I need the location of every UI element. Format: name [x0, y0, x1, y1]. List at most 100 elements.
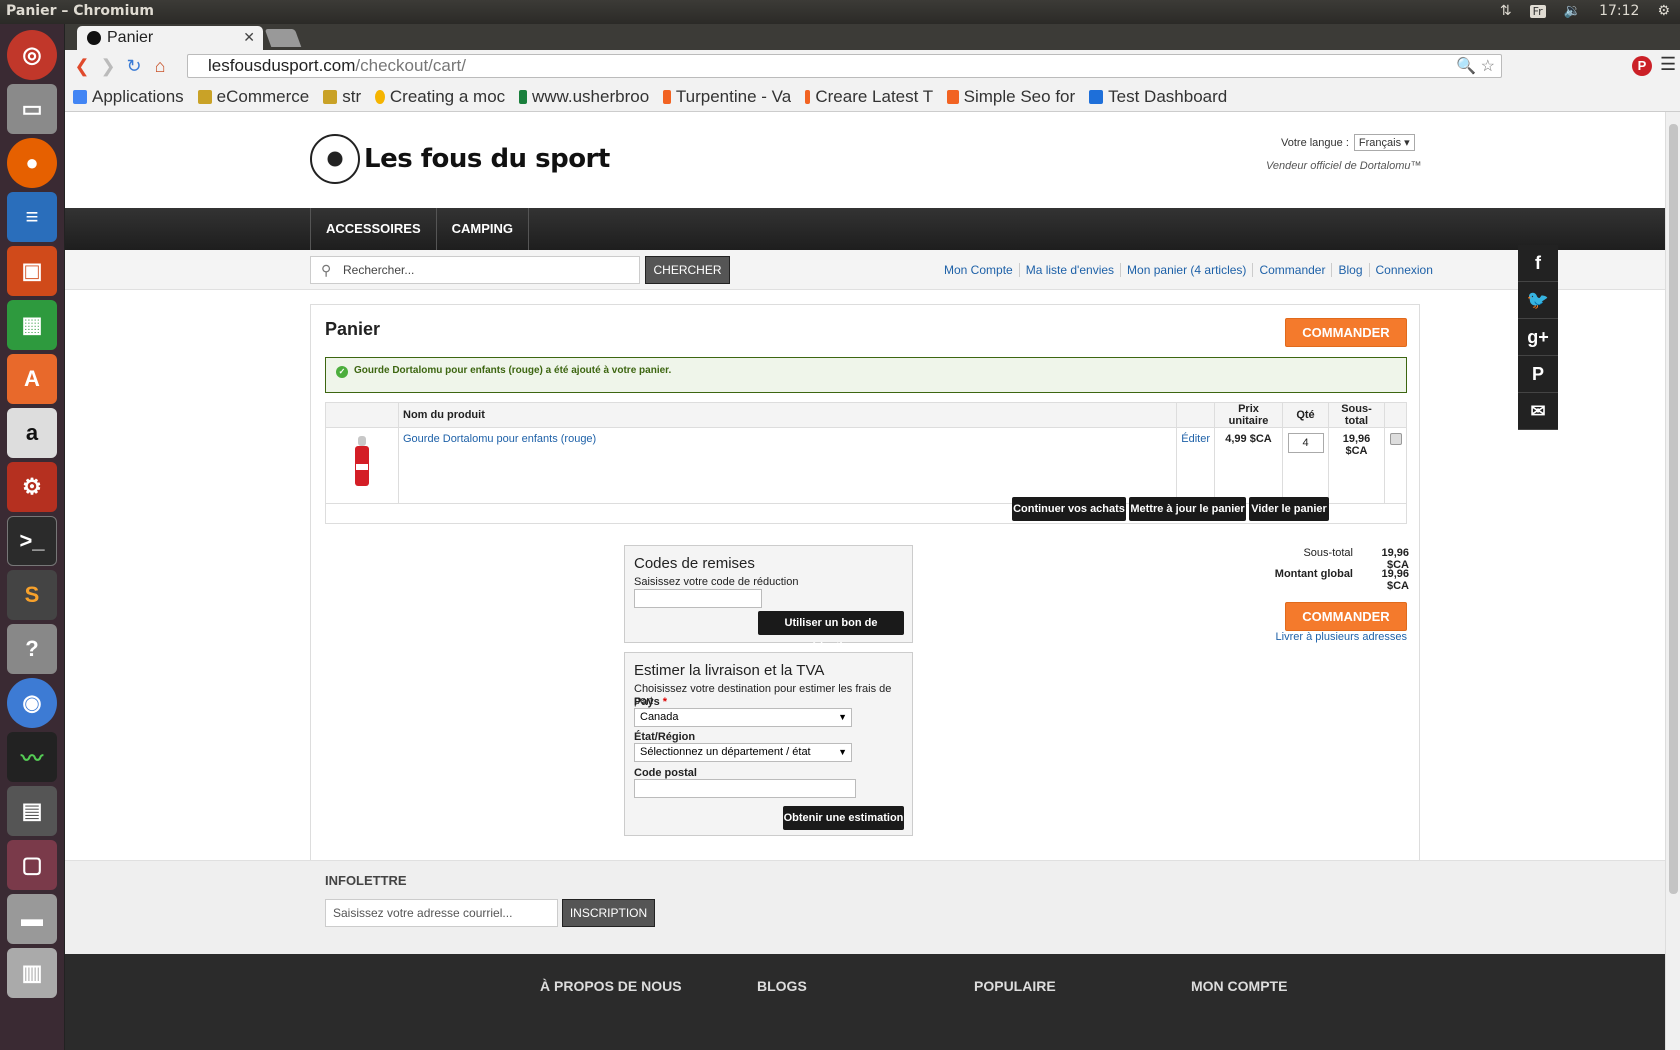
bookmark-item[interactable]: Creare Latest T: [805, 87, 933, 107]
back-button[interactable]: ❮: [69, 56, 95, 77]
amazon-icon[interactable]: a: [7, 408, 57, 458]
country-select[interactable]: Canada ▼: [634, 708, 852, 727]
update-cart-button[interactable]: Mettre à jour le panier: [1129, 497, 1246, 521]
browser-tab[interactable]: Panier ✕: [77, 26, 263, 50]
search-button[interactable]: CHERCHER: [645, 256, 730, 284]
footer-heading-popular: POPULAIRE: [974, 978, 1056, 994]
drive-icon[interactable]: ▬: [7, 894, 57, 944]
help-icon[interactable]: ?: [7, 624, 57, 674]
apply-discount-button[interactable]: Utiliser un bon de réduction: [758, 611, 904, 653]
empty-cart-button[interactable]: Vider le panier: [1249, 497, 1329, 521]
bookmark-item[interactable]: Simple Seo for: [947, 87, 1075, 107]
footer-heading-about: À PROPOS DE NOUS: [540, 978, 682, 994]
network-icon[interactable]: ⇅: [1500, 3, 1512, 19]
clock[interactable]: 17:12: [1599, 3, 1639, 19]
table-header-row: Nom du produit Prix unitaire Qté Sous-to…: [325, 402, 1407, 428]
address-bar[interactable]: lesfousdusport.com/checkout/cart/ 🔍 ☆: [187, 54, 1502, 78]
newsletter-subscribe-button[interactable]: INSCRIPTION: [562, 899, 655, 927]
email-icon[interactable]: ✉: [1518, 393, 1558, 430]
nav-item-camping[interactable]: CAMPING: [435, 208, 530, 250]
product-thumbnail[interactable]: [355, 436, 369, 492]
home-button[interactable]: ⌂: [147, 56, 173, 77]
bookmark-item[interactable]: Test Dashboard: [1089, 87, 1229, 107]
bookmark-item[interactable]: Creating a moc: [375, 87, 505, 107]
browser-menu-icon[interactable]: ☰: [1660, 54, 1676, 75]
search-input[interactable]: ⚲ Rechercher...: [310, 256, 640, 284]
region-select[interactable]: Sélectionnez un département / état ▼: [634, 743, 852, 762]
google-plus-icon[interactable]: g+: [1518, 319, 1558, 356]
cart-container: Panier COMMANDER ✓ Gourde Dortalomu pour…: [310, 304, 1420, 861]
bookmark-item[interactable]: Applications: [73, 87, 184, 107]
system-settings-icon[interactable]: ⚙: [7, 462, 57, 512]
volume-icon[interactable]: 🔉: [1564, 3, 1581, 19]
edit-item-link[interactable]: Éditer: [1181, 433, 1210, 445]
bookmark-star-icon[interactable]: 🔍 ☆: [1456, 56, 1495, 78]
get-estimate-button[interactable]: Obtenir une estimation: [783, 806, 904, 830]
window-title: Panier – Chromium: [6, 3, 154, 19]
video-editor-icon[interactable]: ▤: [7, 786, 57, 836]
link-checkout[interactable]: Commander: [1252, 263, 1331, 277]
discount-code-input[interactable]: [634, 589, 762, 608]
checkout-button-top[interactable]: COMMANDER: [1285, 318, 1407, 347]
facebook-icon[interactable]: f: [1518, 245, 1558, 282]
tab-strip: Panier ✕: [65, 24, 1680, 50]
success-message: ✓ Gourde Dortalomu pour enfants (rouge) …: [325, 357, 1407, 393]
bookmark-item[interactable]: www.usherbroo: [519, 87, 649, 107]
newsletter-email-input[interactable]: Saisissez votre adresse courriel...: [325, 899, 558, 927]
workspace-switcher-icon[interactable]: ▢: [7, 840, 57, 890]
page-title: Panier: [325, 319, 381, 339]
pinterest-icon[interactable]: P: [1518, 356, 1558, 393]
dashboard-favicon-icon: [1089, 89, 1104, 104]
pinterest-extension-icon[interactable]: P: [1632, 56, 1652, 76]
remove-item-icon[interactable]: [1389, 433, 1402, 445]
continue-shopping-button[interactable]: Continuer vos achats: [1012, 497, 1126, 521]
success-message-text: Gourde Dortalomu pour enfants (rouge) a …: [354, 365, 672, 376]
sublime-text-icon[interactable]: S: [7, 570, 57, 620]
site-logo[interactable]: Les fous du sport: [310, 134, 610, 184]
firefox-icon[interactable]: ●: [7, 138, 57, 188]
software-center-icon[interactable]: A: [7, 354, 57, 404]
link-my-cart[interactable]: Mon panier (4 articles): [1120, 263, 1252, 277]
shipping-title: Estimer la livraison et la TVA: [634, 662, 825, 679]
ubuntu-dash-icon[interactable]: ◎: [7, 30, 57, 80]
forward-button[interactable]: ❯: [95, 56, 121, 77]
bookmark-item[interactable]: eCommerce: [197, 87, 309, 107]
trash-icon[interactable]: ▥: [7, 948, 57, 998]
impress-icon[interactable]: ▣: [7, 246, 57, 296]
logo-text: Les fous du sport: [364, 144, 610, 174]
checkout-button-bottom[interactable]: COMMANDER: [1285, 602, 1407, 631]
bookmark-item[interactable]: Turpentine - Va: [663, 87, 791, 107]
footer-heading-account: MON COMPTE: [1191, 978, 1288, 994]
system-monitor-icon[interactable]: 〰: [7, 732, 57, 782]
twitter-icon[interactable]: 🐦: [1518, 282, 1558, 319]
bookmark-item[interactable]: str: [323, 87, 361, 107]
link-wishlist[interactable]: Ma liste d'envies: [1018, 263, 1120, 277]
language-select[interactable]: Français ▾: [1353, 134, 1415, 151]
discount-label: Saisissez votre code de réduction: [634, 576, 799, 588]
settings-gear-icon[interactable]: ⚙: [1657, 3, 1670, 19]
link-login[interactable]: Connexion: [1368, 263, 1439, 277]
product-name-link[interactable]: Gourde Dortalomu pour enfants (rouge): [403, 433, 596, 445]
calc-icon[interactable]: ▦: [7, 300, 57, 350]
language-switcher: Votre langue : Français ▾: [1281, 134, 1415, 151]
page-scrollbar[interactable]: [1665, 112, 1680, 1050]
close-tab-icon[interactable]: ✕: [243, 29, 255, 46]
cart-totals: Sous-total 19,96 $CA Montant global 19,9…: [1191, 547, 1409, 592]
scrollbar-thumb[interactable]: [1669, 124, 1678, 894]
zip-input[interactable]: [634, 779, 856, 798]
link-blog[interactable]: Blog: [1331, 263, 1368, 277]
web-page: Les fous du sport Votre langue : Françai…: [65, 112, 1665, 1050]
reload-button[interactable]: ↻: [121, 56, 147, 77]
terminal-icon[interactable]: >_: [7, 516, 57, 566]
account-links: Mon Compte Ma liste d'envies Mon panier …: [938, 263, 1439, 277]
new-tab-button[interactable]: [264, 29, 302, 47]
link-my-account[interactable]: Mon Compte: [938, 263, 1019, 277]
multi-address-link[interactable]: Livrer à plusieurs adresses: [1211, 631, 1407, 643]
nav-item-accessoires[interactable]: ACCESSOIRES: [310, 208, 436, 250]
quantity-input[interactable]: 4: [1287, 433, 1324, 453]
writer-icon[interactable]: ≡: [7, 192, 57, 242]
keyboard-layout-indicator[interactable]: Fr: [1529, 4, 1546, 18]
files-icon[interactable]: ▭: [7, 84, 57, 134]
chromium-icon[interactable]: ◉: [7, 678, 57, 728]
search-icon: ⚲: [321, 262, 332, 278]
